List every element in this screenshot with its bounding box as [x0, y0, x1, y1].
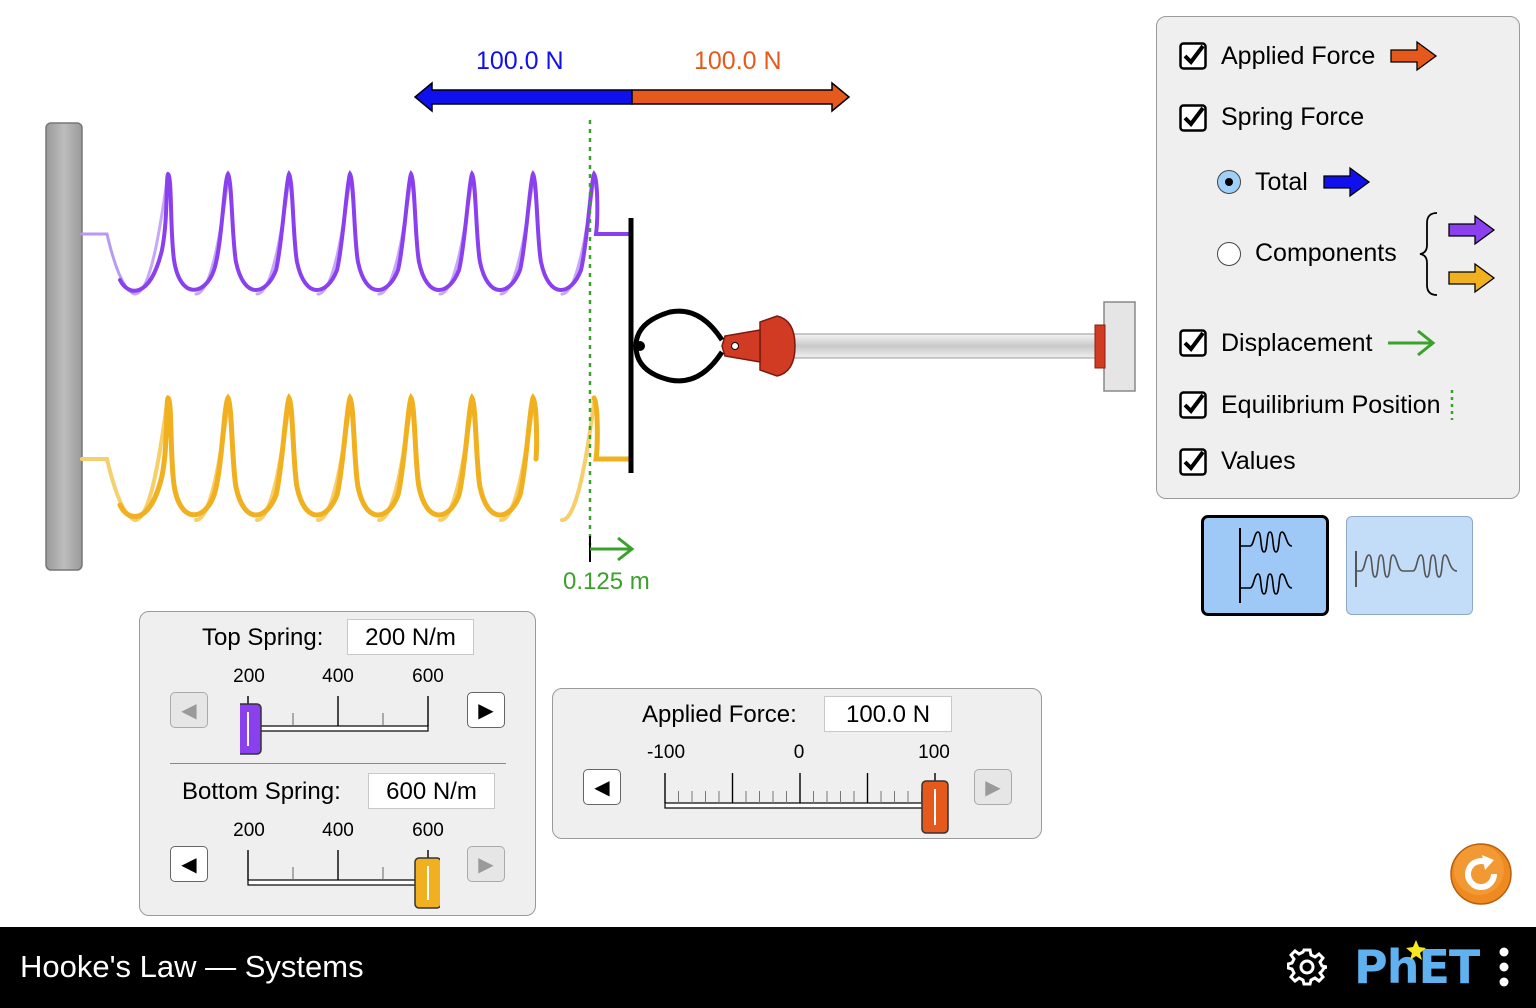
displacement-value: 0.125 m: [563, 568, 650, 595]
top-spring-increment-button[interactable]: ▶: [467, 692, 505, 728]
top-spring: [80, 169, 633, 296]
top-spring-slider-thumb[interactable]: [240, 703, 262, 755]
components-brace: [1419, 212, 1438, 296]
spring-constant-panel: Top Spring: 200 N/m 200 400 600 ◀ ▶ Bott…: [139, 611, 536, 916]
total-radio-row[interactable]: Total: [1217, 165, 1372, 199]
displacement-arrow-icon: [1388, 329, 1436, 357]
robotic-arm[interactable]: [633, 301, 1136, 392]
applied-force-arrow-icon: [1390, 40, 1438, 72]
navigation-bar: Hooke's Law — Systems PhET: [0, 927, 1536, 1008]
bottom-spring-slider[interactable]: [240, 842, 440, 912]
top-spring-tick-label: 400: [322, 666, 354, 687]
bottom-spring-value: 600 N/m: [368, 773, 495, 809]
equilibrium-position-label: Equilibrium Position: [1221, 390, 1441, 419]
displacement-checkbox[interactable]: [1179, 329, 1207, 357]
phet-logo-star: [1406, 940, 1426, 960]
top-spring-decrement-button[interactable]: ◀: [170, 692, 208, 728]
applied-force-value: 100.0 N: [694, 47, 782, 75]
spring-force-checkbox[interactable]: [1179, 103, 1207, 132]
applied-force-panel: Applied Force: 100.0 N -100 0 100 ◀ ▶: [552, 688, 1042, 839]
values-checkbox-row[interactable]: Values: [1179, 447, 1296, 476]
bottom-spring-tick-label: 200: [233, 820, 265, 841]
bottom-spring-tick-label: 600: [412, 820, 444, 841]
applied-force-checkbox-row[interactable]: Applied Force: [1179, 39, 1439, 73]
applied-force-slider-thumb[interactable]: [921, 780, 949, 834]
displacement-label: Displacement: [1221, 328, 1373, 357]
bottom-spring-decrement-button[interactable]: ◀: [170, 846, 208, 882]
total-spring-force-value: 100.0 N: [476, 47, 564, 75]
total-radio[interactable]: [1217, 170, 1241, 194]
app-title: Hooke's Law — Systems: [20, 949, 364, 984]
applied-force-checkbox[interactable]: [1179, 42, 1207, 70]
top-spring-label: Top Spring:: [202, 624, 324, 651]
components-radio-row[interactable]: Components: [1217, 239, 1397, 268]
applied-force-slider-value: 100.0 N: [824, 696, 952, 732]
total-spring-force-arrow: [413, 81, 633, 113]
top-spring-tick-label: 600: [412, 666, 444, 687]
wall: [45, 122, 83, 571]
spring-panel-divider: [170, 763, 506, 764]
parallel-system-button[interactable]: [1201, 515, 1329, 616]
applied-force-tick-label: -100: [646, 742, 686, 763]
equilibrium-position-checkbox[interactable]: [1179, 391, 1207, 419]
total-force-arrow-icon: [1323, 166, 1370, 198]
applied-force-slider-label: Applied Force:: [642, 701, 797, 728]
applied-force-slider[interactable]: [655, 765, 955, 837]
bottom-spring-slider-thumb[interactable]: [414, 857, 440, 909]
top-spring-force-arrow-icon: [1448, 214, 1496, 246]
spring-force-label: Spring Force: [1221, 103, 1365, 131]
components-radio[interactable]: [1217, 241, 1241, 266]
displacement-arrow: [589, 536, 635, 562]
applied-force-increment-button[interactable]: ▶: [974, 769, 1012, 805]
bottom-spring-tick-label: 400: [322, 820, 354, 841]
series-system-button[interactable]: [1346, 516, 1473, 615]
phet-logo[interactable]: PhET: [1354, 939, 1480, 995]
bottom-spring-increment-button[interactable]: ▶: [467, 846, 505, 882]
kebab-menu-icon[interactable]: [1494, 945, 1514, 989]
reset-all-button[interactable]: [1449, 842, 1513, 906]
applied-force-label: Applied Force: [1221, 41, 1376, 70]
bottom-spring: [80, 392, 634, 522]
bottom-spring-label: Bottom Spring:: [182, 778, 341, 805]
displacement-checkbox-row[interactable]: Displacement: [1179, 326, 1438, 360]
applied-force-tick-label: 0: [793, 742, 805, 763]
components-label: Components: [1255, 239, 1397, 267]
total-label: Total: [1255, 167, 1308, 196]
values-label: Values: [1221, 447, 1296, 475]
equilibrium-line-icon: [1450, 390, 1453, 420]
series-springs-icon: [1355, 551, 1458, 587]
spring-force-checkbox-row[interactable]: Spring Force: [1179, 103, 1364, 132]
top-spring-value: 200 N/m: [347, 619, 474, 655]
bottom-spring-force-arrow-icon: [1448, 262, 1496, 294]
equilibrium-checkbox-row[interactable]: Equilibrium Position: [1179, 388, 1457, 422]
top-spring-slider[interactable]: [240, 688, 440, 758]
values-checkbox[interactable]: [1179, 447, 1207, 476]
gear-icon[interactable]: [1287, 947, 1327, 987]
applied-force-tick-label: 100: [918, 742, 950, 763]
visibility-control-panel: Applied Force Spring Force Total Compone…: [1156, 16, 1520, 499]
top-spring-tick-label: 200: [233, 666, 265, 687]
parallel-springs-icon: [1239, 528, 1293, 603]
applied-force-decrement-button[interactable]: ◀: [583, 769, 621, 805]
applied-force-arrow: [631, 81, 851, 113]
